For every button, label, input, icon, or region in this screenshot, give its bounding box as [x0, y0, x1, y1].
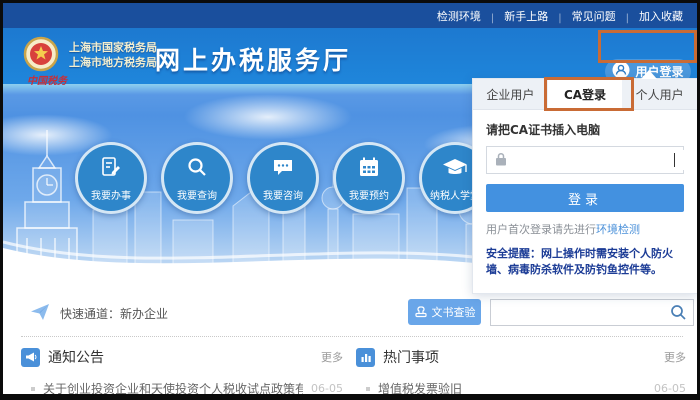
megaphone-icon: [21, 348, 40, 367]
circle-my-consult[interactable]: 我要咨询: [247, 142, 319, 214]
list-item: 增值税发票验旧 06-05: [356, 380, 686, 397]
more-link-hot-items[interactable]: 更多: [664, 349, 686, 365]
section-hot-items: 热门事项 更多 增值税发票验旧 06-05: [356, 347, 686, 397]
cloud-decoration: [183, 94, 353, 140]
bullet: [31, 387, 35, 391]
quick-channel-label[interactable]: 快速通道：新办企业: [60, 305, 168, 322]
chat-icon: [271, 155, 295, 183]
search-input[interactable]: [491, 303, 664, 323]
link-add-favorite[interactable]: 加入收藏: [639, 8, 683, 24]
lock-icon: [495, 151, 507, 170]
tab-enterprise-user[interactable]: 企业用户: [473, 79, 548, 109]
env-check-link[interactable]: 环境检测: [596, 223, 640, 236]
graduation-icon: [442, 155, 468, 183]
first-login-hint: 用户首次登录请先进行环境检测: [486, 221, 684, 237]
section-header: 热门事项 更多: [356, 347, 686, 367]
list-item: 关于创业投资企业和天使投资个人税收试点政策有关问... 06-05: [21, 380, 343, 397]
bar-chart-icon: [356, 348, 375, 367]
link-env-check[interactable]: 检测环境: [437, 8, 481, 24]
link-beginner-guide[interactable]: 新手上路: [504, 8, 548, 24]
site-header: 中国税务 上海市国家税务局 上海市地方税务局 网上办税服务厅 用户登录: [3, 28, 697, 84]
quick-action-circles: 我要办事 我要查询 我要咨询: [75, 142, 491, 214]
ca-password-field-wrap: [486, 146, 684, 174]
link-faq[interactable]: 常见问题: [572, 8, 616, 24]
calendar-icon: [357, 155, 381, 183]
tab-ca-login[interactable]: CA登录: [548, 79, 623, 109]
circle-my-appointment[interactable]: 我要预约: [333, 142, 405, 214]
notice-link[interactable]: 关于创业投资企业和天使投资个人税收试点政策有关问...: [43, 380, 303, 397]
circle-label: 我要预约: [349, 187, 389, 202]
document-check-button[interactable]: 文书查验: [408, 299, 481, 325]
section-header: 通知公告 更多: [21, 347, 343, 367]
divider: [548, 6, 571, 25]
top-utility-bar: 检测环境 新手上路 常见问题 加入收藏: [3, 3, 697, 28]
panel-pointer: [641, 70, 657, 79]
hot-item-date: 06-05: [654, 382, 686, 395]
ca-hint-label: 请把CA证书插入电脑: [486, 121, 684, 138]
site-search: [490, 299, 694, 326]
more-link-notices[interactable]: 更多: [321, 349, 343, 365]
first-login-text: 用户首次登录请先进行: [486, 223, 596, 236]
china-tax-seal: 中国税务: [17, 72, 77, 87]
divider: [616, 6, 639, 25]
page-title: 网上办税服务厅: [155, 41, 351, 77]
stamp-icon: [414, 304, 428, 321]
ca-password-input[interactable]: [514, 150, 700, 170]
login-panel: 企业用户 CA登录 个人用户 请把CA证书插入电脑 登录 用户首次登录请先进行环…: [472, 78, 698, 294]
login-tabs: 企业用户 CA登录 个人用户: [473, 79, 697, 110]
ca-login-form: 请把CA证书插入电脑 登录 用户首次登录请先进行环境检测 安全提醒：网上操作时需…: [473, 110, 697, 289]
circle-label: 我要查询: [177, 187, 217, 202]
security-notice-label: 安全提醒：: [486, 247, 541, 260]
paper-plane-icon: [29, 301, 51, 327]
hot-item-link[interactable]: 增值税发票验旧: [378, 380, 646, 397]
search-submit-button[interactable]: [664, 304, 693, 321]
bureau-name-local: 上海市地方税务局: [69, 55, 157, 70]
search-icon: [185, 155, 209, 183]
circle-my-inquiry[interactable]: 我要查询: [161, 142, 233, 214]
national-emblem-logo: [23, 36, 59, 76]
divider: [481, 6, 504, 25]
bureau-name-national: 上海市国家税务局: [69, 40, 157, 55]
doc-edit-icon: [99, 155, 123, 183]
document-check-label: 文书查验: [432, 304, 476, 320]
circle-my-tasks[interactable]: 我要办事: [75, 142, 147, 214]
section-notices: 通知公告 更多 关于创业投资企业和天使投资个人税收试点政策有关问... 06-0…: [21, 347, 343, 397]
text-caret: [674, 153, 675, 167]
dotted-divider: [21, 336, 683, 337]
browser-page: 检测环境 新手上路 常见问题 加入收藏 中国税务 上海市国家税务局 上海市地方税…: [0, 0, 700, 400]
security-notice: 安全提醒：网上操作时需安装个人防火墙、病毒防杀软件及防钓鱼控件等。: [486, 246, 684, 278]
tab-personal-user[interactable]: 个人用户: [622, 79, 697, 109]
login-submit-button[interactable]: 登录: [486, 184, 684, 212]
notice-date: 06-05: [311, 382, 343, 395]
section-title: 通知公告: [48, 347, 313, 367]
bullet: [366, 387, 370, 391]
search-icon: [670, 304, 687, 321]
circle-label: 我要咨询: [263, 187, 303, 202]
circle-label: 我要办事: [91, 187, 131, 202]
bureau-names: 上海市国家税务局 上海市地方税务局: [69, 40, 157, 70]
quick-channel-bar: 快速通道：新办企业 文书查验: [3, 299, 697, 329]
section-title: 热门事项: [383, 347, 656, 367]
